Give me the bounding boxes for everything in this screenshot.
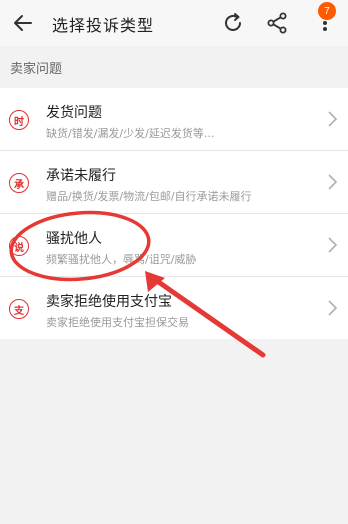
list-item-harassment[interactable]: 说 骚扰他人 频繁骚扰他人，辱骂/诅咒/威胁 bbox=[0, 214, 348, 277]
top-bar: 选择投诉类型 7 bbox=[0, 0, 348, 46]
harassment-icon: 说 bbox=[9, 236, 29, 256]
item-title: 卖家拒绝使用支付宝 bbox=[46, 294, 172, 310]
item-desc: 卖家拒绝使用支付宝担保交易 bbox=[46, 316, 189, 329]
chevron-right-icon bbox=[328, 300, 338, 316]
item-desc: 缺货/错发/漏发/少发/延迟发货等... bbox=[46, 127, 215, 140]
page-title: 选择投诉类型 bbox=[52, 16, 155, 35]
refresh-icon bbox=[225, 13, 241, 31]
item-title: 骚扰他人 bbox=[46, 231, 102, 247]
complaint-type-list: 时 发货问题 缺货/错发/漏发/少发/延迟发货等... 承 承诺未履行 赠品/换… bbox=[0, 88, 348, 339]
list-item-alipay[interactable]: 支 卖家拒绝使用支付宝 卖家拒绝使用支付宝担保交易 bbox=[0, 277, 348, 339]
time-icon: 时 bbox=[9, 110, 29, 130]
share-button[interactable] bbox=[262, 8, 292, 38]
chevron-right-icon bbox=[328, 111, 338, 127]
item-desc: 赠品/换货/发票/物流/包邮/自行承诺未履行 bbox=[46, 190, 252, 203]
alipay-icon: 支 bbox=[9, 299, 29, 319]
chevron-right-icon bbox=[328, 237, 338, 253]
promise-icon: 承 bbox=[9, 173, 29, 193]
item-desc: 频繁骚扰他人，辱骂/诅咒/威胁 bbox=[46, 253, 197, 266]
refresh-button[interactable] bbox=[218, 8, 248, 38]
list-item-promise[interactable]: 承 承诺未履行 赠品/换货/发票/物流/包邮/自行承诺未履行 bbox=[0, 151, 348, 214]
section-label: 卖家问题 bbox=[10, 62, 63, 77]
item-title: 发货问题 bbox=[46, 105, 102, 121]
share-icon bbox=[267, 12, 287, 34]
back-button[interactable] bbox=[8, 8, 38, 38]
list-item-shipping[interactable]: 时 发货问题 缺货/错发/漏发/少发/延迟发货等... bbox=[0, 88, 348, 151]
chevron-right-icon bbox=[328, 174, 338, 190]
arrow-left-icon bbox=[14, 15, 32, 31]
notification-badge[interactable]: 7 bbox=[318, 2, 336, 20]
item-title: 承诺未履行 bbox=[46, 168, 116, 184]
